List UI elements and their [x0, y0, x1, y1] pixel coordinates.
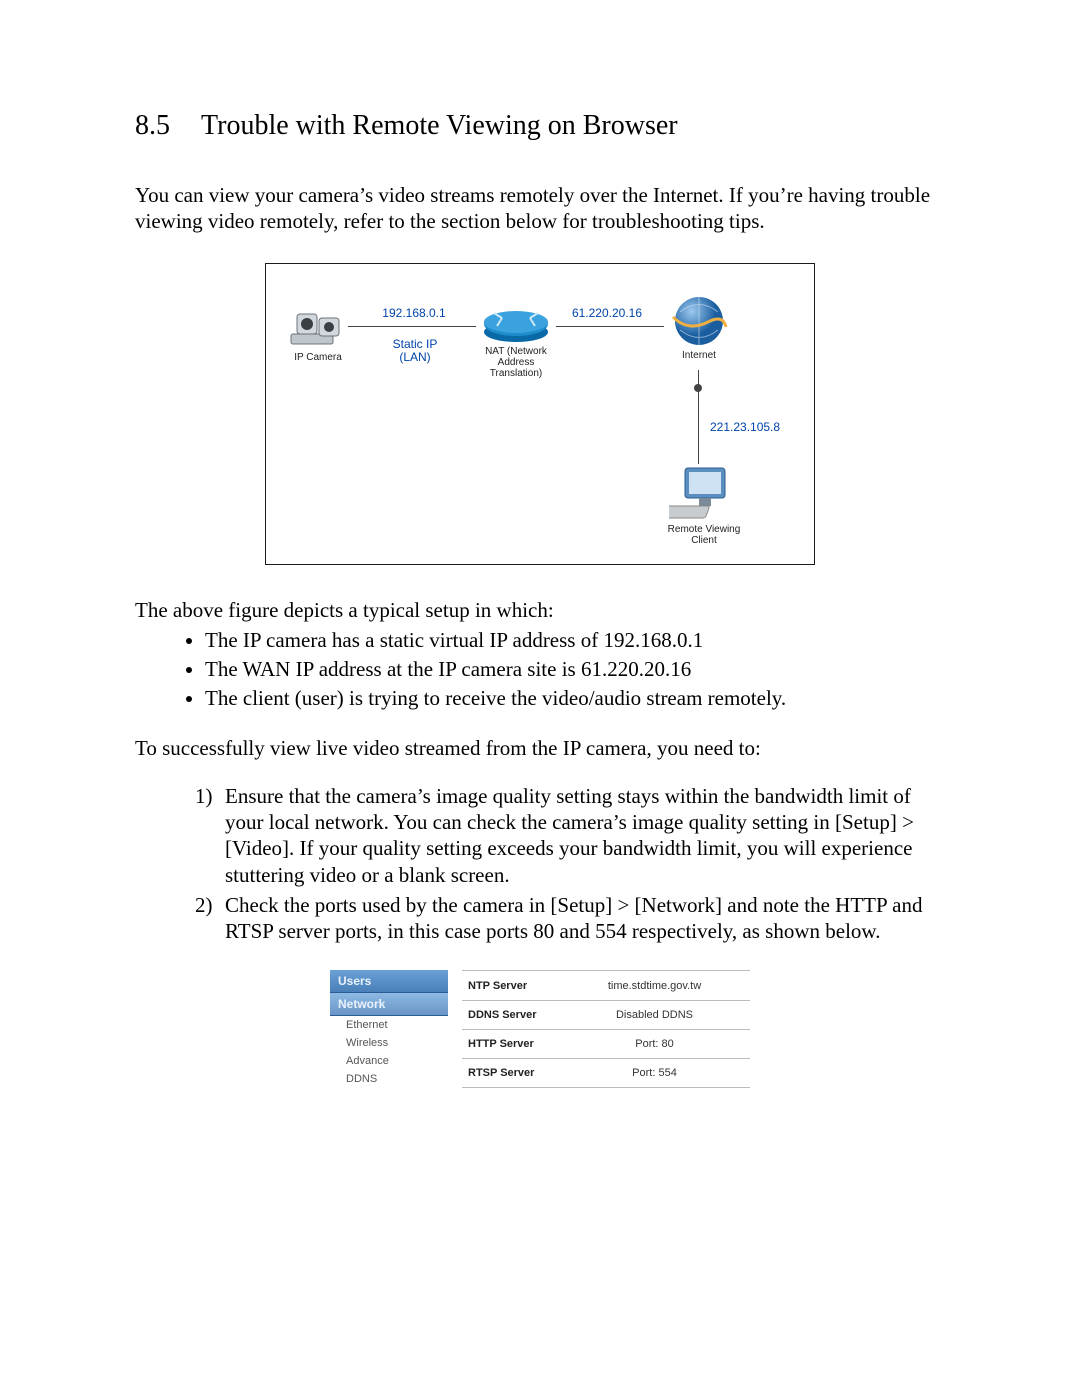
nav-item: Ethernet — [330, 1016, 448, 1034]
internet-icon: Internet — [664, 292, 734, 361]
row-label: NTP Server — [462, 971, 559, 1000]
settings-nav: Users Network Ethernet Wireless Advance … — [330, 970, 448, 1088]
table-row: NTP Server time.stdtime.gov.tw — [462, 971, 750, 1000]
row-label: RTSP Server — [462, 1059, 559, 1088]
row-value: Port: 554 — [559, 1059, 750, 1088]
server-ports-table: NTP Server time.stdtime.gov.tw DDNS Serv… — [462, 970, 750, 1088]
wan-ip-label: 61.220.20.16 — [562, 306, 652, 320]
list-item: The WAN IP address at the IP camera site… — [205, 656, 945, 683]
table-row: HTTP Server Port: 80 — [462, 1029, 750, 1058]
network-diagram: IP Camera 192.168.0.1 Static IP (LAN) NA… — [265, 263, 815, 565]
row-value: Disabled DDNS — [559, 1000, 750, 1029]
lan-ip-label: 192.168.0.1 — [374, 306, 454, 320]
steps-list: Ensure that the camera’s image quality s… — [135, 783, 945, 945]
row-label: DDNS Server — [462, 1000, 559, 1029]
nav-item: Advance — [330, 1052, 448, 1070]
router-icon: NAT (Network Address Translation) — [476, 298, 556, 379]
section-number: 8.5 — [135, 110, 201, 142]
table-row: RTSP Server Port: 554 — [462, 1059, 750, 1088]
list-item: Ensure that the camera’s image quality s… — [195, 783, 945, 888]
row-value: Port: 80 — [559, 1029, 750, 1058]
nav-network-header: Network — [330, 993, 448, 1016]
internet-label: Internet — [664, 350, 734, 361]
diagram-node-dot — [694, 384, 702, 392]
row-value: time.stdtime.gov.tw — [559, 971, 750, 1000]
nat-label: NAT (Network Address Translation) — [476, 346, 556, 379]
list-item: The client (user) is trying to receive t… — [205, 685, 945, 712]
nav-item: Wireless — [330, 1034, 448, 1052]
list-item: Check the ports used by the camera in [S… — [195, 892, 945, 945]
intro-paragraph: You can view your camera’s video streams… — [135, 182, 945, 235]
nav-users-header: Users — [330, 970, 448, 993]
section-heading: 8.5Trouble with Remote Viewing on Browse… — [135, 110, 945, 142]
nav-item: DDNS — [330, 1070, 448, 1088]
lan-type-label: Static IP (LAN) — [380, 338, 450, 364]
ip-camera-icon: IP Camera — [288, 302, 348, 363]
figure-caption-intro: The above figure depicts a typical setup… — [135, 597, 945, 623]
table-row: DDNS Server Disabled DDNS — [462, 1000, 750, 1029]
section-title-text: Trouble with Remote Viewing on Browser — [201, 110, 678, 141]
client-pc-icon: Remote Viewing Client — [664, 464, 744, 546]
bullet-list: The IP camera has a static virtual IP ad… — [135, 627, 945, 713]
steps-intro: To successfully view live video streamed… — [135, 735, 945, 761]
client-label: Remote Viewing Client — [664, 524, 744, 546]
settings-screenshot: Users Network Ethernet Wireless Advance … — [330, 970, 750, 1088]
client-ip-label: 221.23.105.8 — [710, 420, 800, 434]
list-item: The IP camera has a static virtual IP ad… — [205, 627, 945, 654]
row-label: HTTP Server — [462, 1029, 559, 1058]
ip-camera-label: IP Camera — [288, 352, 348, 363]
